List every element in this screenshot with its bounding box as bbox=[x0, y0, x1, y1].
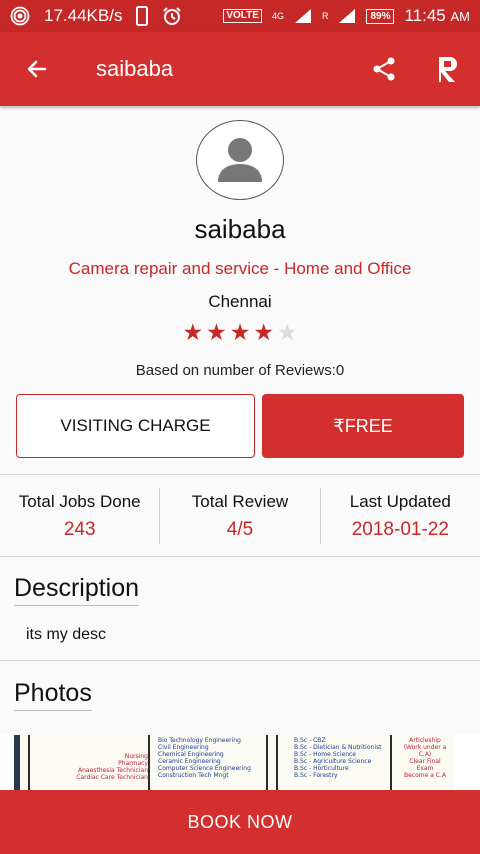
stat-last-updated: Last Updated 2018-01-22 bbox=[321, 478, 480, 556]
app-bar: saibaba bbox=[0, 32, 480, 106]
brand-logo-icon bbox=[439, 57, 457, 82]
image-text-line: Become a C.A bbox=[403, 772, 446, 779]
alarm-icon bbox=[162, 6, 182, 26]
signal-icon bbox=[294, 8, 312, 24]
image-text-line: B.Sc - CBZ bbox=[294, 737, 326, 744]
stat-label: Total Review bbox=[191, 492, 289, 511]
network-speed: 17.44KB/s bbox=[44, 6, 123, 25]
share-button[interactable] bbox=[352, 32, 416, 106]
rating-stars: ★ ★ ★ ★ ★ bbox=[0, 320, 480, 344]
image-line bbox=[148, 735, 150, 791]
photos-heading: Photos bbox=[14, 679, 92, 711]
battery-indicator: 89% bbox=[366, 8, 395, 24]
roaming-indicator: R bbox=[321, 11, 329, 21]
service-category: Camera repair and service - Home and Off… bbox=[68, 259, 412, 278]
clock: 11:45 AM bbox=[404, 6, 470, 25]
image-text-line: Ceramic Engineering bbox=[158, 758, 221, 765]
image-line bbox=[276, 735, 278, 791]
volte-badge: VOLTE bbox=[223, 9, 262, 23]
status-bar: 17.44KB/s VOLTE 4G R 89% 11:45 AM bbox=[0, 0, 480, 32]
image-text-col2: Bio Technology Engineering Civil Engineer… bbox=[158, 737, 251, 779]
stat-value: 4/5 bbox=[226, 519, 254, 540]
image-text-line: B.Sc - Dietician & Nutritionist bbox=[294, 744, 382, 751]
photo-strip[interactable]: Nursing Pharmacy Anaesthesia Technician Car… bbox=[0, 735, 480, 791]
image-text-line: Civil Engineering bbox=[158, 744, 209, 751]
image-text-line: (Work under a C.A) bbox=[403, 744, 447, 758]
stat-label: Last Updated bbox=[349, 492, 451, 511]
brand-logo-button[interactable] bbox=[416, 32, 480, 106]
image-text-line: Bio Technology Engineering bbox=[158, 737, 241, 744]
star-filled-icon: ★ bbox=[182, 319, 204, 345]
image-text-col4: Articleship (Work under a C.A) Clear Final… bbox=[400, 737, 450, 779]
back-button[interactable] bbox=[0, 32, 74, 106]
image-text-line: Chemical Engineering bbox=[158, 751, 224, 758]
image-text-line: Cardiac Care Technician bbox=[76, 774, 148, 781]
provider-name: saibaba bbox=[194, 214, 286, 244]
back-arrow-icon bbox=[27, 60, 47, 78]
description-heading: Description bbox=[14, 574, 140, 606]
divider bbox=[0, 474, 480, 475]
star-empty-icon: ★ bbox=[276, 319, 298, 345]
avatar bbox=[196, 120, 284, 200]
image-text-line: B.Sc - Agriculture Science bbox=[294, 758, 372, 765]
stat-total-jobs: Total Jobs Done 243 bbox=[0, 478, 159, 556]
divider bbox=[0, 556, 480, 557]
image-text-line: Computer Science Engineering bbox=[158, 765, 251, 772]
image-text-line: B.Sc - Forestry bbox=[294, 772, 338, 779]
divider bbox=[0, 660, 480, 661]
image-text-line: Pharmacy bbox=[118, 760, 148, 767]
stat-total-review: Total Review 4/5 bbox=[160, 478, 319, 556]
phone-icon bbox=[136, 6, 149, 26]
star-filled-icon: ★ bbox=[206, 319, 227, 345]
image-line bbox=[266, 735, 268, 791]
image-text-line: Construction Tech Mngt bbox=[158, 772, 229, 779]
image-text-line: B.Sc - Horticulture bbox=[294, 765, 349, 772]
network-type: 4G bbox=[271, 11, 284, 21]
page-title: saibaba bbox=[96, 56, 174, 81]
stat-value: 2018-01-22 bbox=[351, 519, 449, 540]
image-text-col1: Nursing Pharmacy Anaesthesia Technician Car… bbox=[68, 753, 148, 781]
stats-row: Total Jobs Done 243 Total Review 4/5 Las… bbox=[0, 478, 480, 556]
provider-city: Chennai bbox=[208, 292, 272, 311]
image-text-line: B.Sc - Home Science bbox=[294, 751, 356, 758]
image-line bbox=[390, 735, 392, 791]
visiting-charge-button[interactable]: VISITING CHARGE bbox=[16, 394, 255, 458]
book-now-button[interactable]: BOOK NOW bbox=[0, 790, 480, 854]
star-filled-icon: ★ bbox=[253, 319, 274, 345]
hotspot-icon bbox=[10, 6, 30, 26]
description-text: its my desc bbox=[26, 626, 107, 643]
user-placeholder-icon bbox=[218, 138, 262, 182]
image-text-line: Anaesthesia Technician bbox=[78, 767, 148, 774]
image-text-col3: B.Sc - CBZ B.Sc - Dietician & Nutritionis… bbox=[294, 737, 381, 779]
star-filled-icon: ★ bbox=[229, 319, 251, 345]
share-icon bbox=[373, 57, 395, 81]
image-text-line: Clear Final Exam bbox=[409, 758, 441, 772]
signal-2-icon bbox=[338, 8, 356, 24]
charge-value-button[interactable]: ₹FREE bbox=[262, 394, 464, 458]
photo-thumbnail[interactable]: Nursing Pharmacy Anaesthesia Technician Car… bbox=[14, 735, 454, 791]
profile-section: saibaba Camera repair and service - Home… bbox=[0, 106, 480, 379]
image-line bbox=[28, 735, 30, 791]
stat-label: Total Jobs Done bbox=[18, 492, 141, 511]
stat-value: 243 bbox=[63, 519, 96, 540]
image-text-line: Articleship bbox=[409, 737, 441, 744]
charge-row: VISITING CHARGE ₹FREE bbox=[16, 394, 464, 458]
image-text-line: Nursing bbox=[124, 753, 148, 760]
reviews-note: Based on number of Reviews:0 bbox=[135, 362, 345, 379]
